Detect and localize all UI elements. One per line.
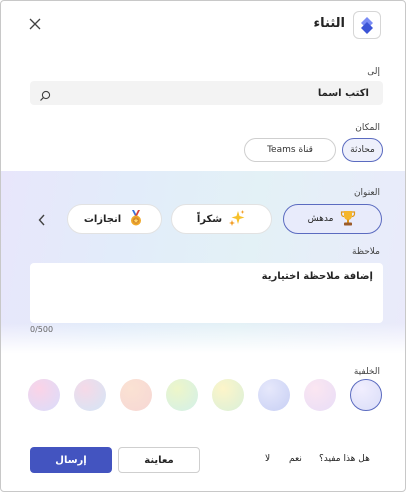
praise-app-icon	[353, 11, 381, 39]
location-chat-option[interactable]: محادثة	[342, 138, 383, 162]
note-box	[30, 263, 383, 323]
close-icon[interactable]	[27, 16, 43, 32]
badge-thanks[interactable]: شكراً	[171, 204, 272, 234]
badge-awesome-label: مدهش	[307, 214, 334, 224]
feedback-question: هل هذا مفيد؟	[319, 454, 370, 464]
background-swatch-lime-aqua[interactable]	[166, 379, 198, 411]
badge-section	[1, 171, 405, 353]
badge-achievements-label: انجازات	[83, 213, 122, 225]
to-label: إلى	[367, 67, 380, 77]
location-label: المكان	[355, 123, 380, 133]
background-swatch-periwinkle[interactable]	[258, 379, 290, 411]
recipient-input[interactable]	[30, 81, 383, 105]
trophy-icon	[339, 209, 357, 230]
badge-awesome[interactable]: مدهش	[283, 204, 382, 234]
note-input[interactable]	[30, 263, 383, 323]
location-teams-channel-option[interactable]: قناة Teams	[244, 138, 336, 162]
badge-label: العنوان	[353, 188, 380, 198]
recipient-search	[30, 81, 383, 105]
praise-dialog: الثناء إلى المكان محادثة قناة Teams العن…	[0, 0, 406, 492]
note-character-counter: 0/500	[30, 325, 54, 334]
search-icon[interactable]	[39, 87, 51, 106]
background-swatch-rose-sky[interactable]	[74, 379, 106, 411]
background-swatch-pink-violet[interactable]	[28, 379, 60, 411]
background-label: الخلفية	[353, 367, 380, 377]
send-button[interactable]: إرسال	[30, 447, 112, 473]
badge-achievements[interactable]: انجازات	[67, 204, 162, 234]
preview-button[interactable]: معاينة	[118, 447, 200, 473]
background-swatch-yellow-mint[interactable]	[212, 379, 244, 411]
background-swatch-peach[interactable]	[120, 379, 152, 411]
dialog-title: الثناء	[313, 16, 345, 31]
sparkles-icon	[228, 209, 246, 230]
chevron-left-icon[interactable]	[37, 212, 47, 231]
background-swatch-lavender[interactable]	[350, 379, 382, 411]
medal-icon	[127, 209, 145, 230]
feedback-no-link[interactable]: لا	[265, 454, 270, 464]
badge-thanks-label: شكراً	[196, 213, 223, 225]
background-swatches	[28, 379, 382, 413]
feedback-yes-link[interactable]: نعم	[289, 454, 302, 464]
note-label: ملاحظة	[352, 247, 380, 257]
background-swatch-pink-lilac[interactable]	[304, 379, 336, 411]
